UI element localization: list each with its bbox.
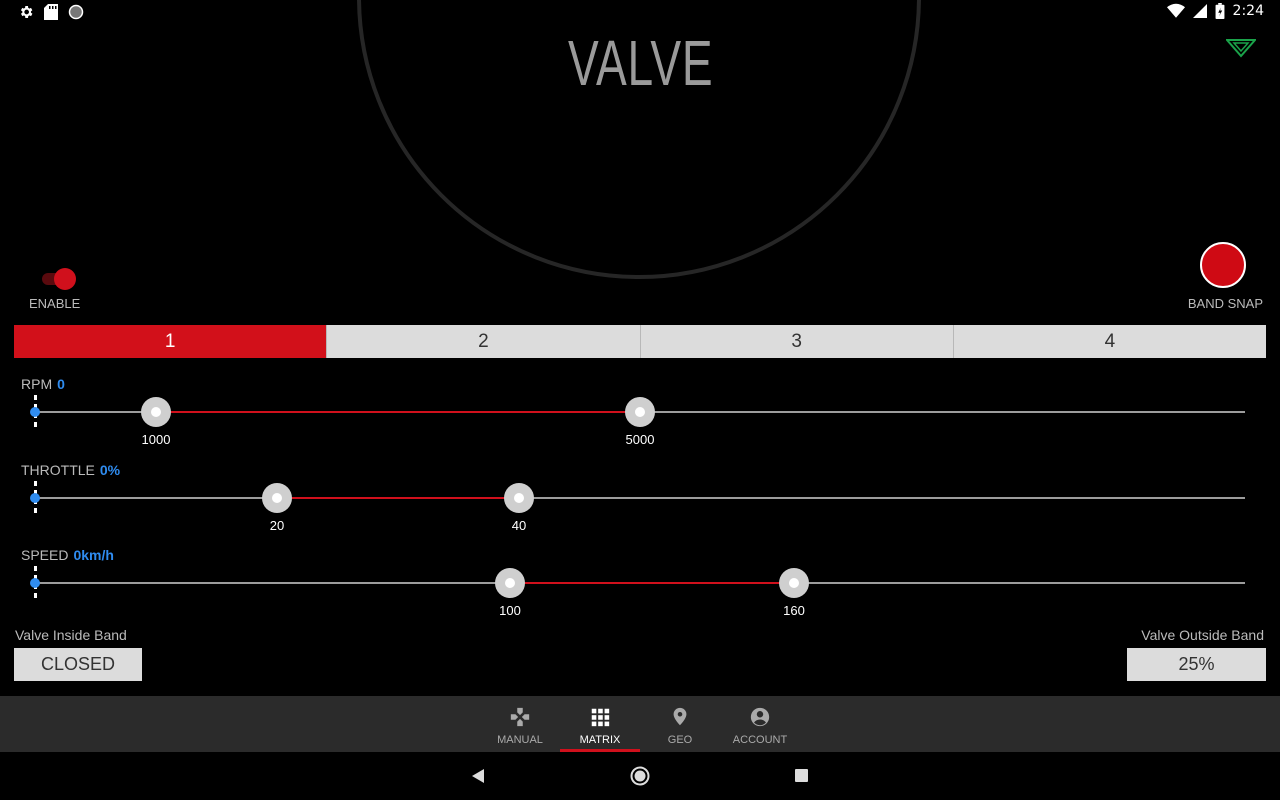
wifi-icon <box>1166 3 1185 18</box>
rpm-current-dot <box>30 407 40 417</box>
account-circle-icon <box>750 707 770 727</box>
speed-current-dot <box>30 578 40 588</box>
status-time: 2:24 <box>1232 3 1264 19</box>
signal-icon <box>1192 4 1207 18</box>
nav-matrix-label: MATRIX <box>579 734 621 746</box>
nav-manual-label: MANUAL <box>497 734 543 746</box>
rpm-low-handle[interactable] <box>141 397 171 427</box>
nav-geo-label: GEO <box>667 734 693 746</box>
tab-band-3[interactable]: 3 <box>640 325 954 358</box>
recents-icon[interactable] <box>795 769 808 782</box>
throttle-low-handle[interactable] <box>262 483 292 513</box>
enable-label: ENABLE <box>29 296 81 311</box>
gauge-title: VALVE <box>568 27 714 99</box>
sd-card-icon <box>44 4 58 20</box>
throttle-high-label: 40 <box>511 518 527 533</box>
circle-icon <box>68 4 84 20</box>
brand-logo-icon <box>1226 39 1256 58</box>
speed-high-label: 160 <box>783 603 805 618</box>
speed-slider-range <box>510 582 794 584</box>
rpm-high-label: 5000 <box>625 432 655 447</box>
speed-label: SPEED 0km/h <box>21 547 114 563</box>
valve-inside-select[interactable]: CLOSED <box>14 648 142 681</box>
rpm-slider-range <box>156 411 640 413</box>
valve-outside-select[interactable]: 25% <box>1127 648 1266 681</box>
band-snap-label: BAND SNAP <box>1187 296 1263 311</box>
nav-matrix[interactable]: MATRIX <box>560 696 640 752</box>
throttle-low-label: 20 <box>269 518 285 533</box>
tab-band-2[interactable]: 2 <box>327 325 641 358</box>
throttle-value: 0% <box>99 462 121 478</box>
bottom-nav: MANUAL MATRIX GEO ACCOUNT <box>0 696 1280 752</box>
battery-icon <box>1215 3 1224 19</box>
rpm-label: RPM 0 <box>21 376 65 392</box>
home-icon[interactable] <box>630 766 650 786</box>
speed-low-handle[interactable] <box>495 568 525 598</box>
speed-value: 0km/h <box>73 547 114 563</box>
nav-account-label: ACCOUNT <box>732 734 788 746</box>
nav-account[interactable]: ACCOUNT <box>720 696 800 752</box>
nav-geo[interactable]: GEO <box>640 696 720 752</box>
throttle-current-dot <box>30 493 40 503</box>
grid-icon <box>591 708 610 727</box>
nav-manual[interactable]: MANUAL <box>480 696 560 752</box>
band-snap-button[interactable] <box>1200 242 1246 288</box>
rpm-low-label: 1000 <box>141 432 171 447</box>
throttle-high-handle[interactable] <box>504 483 534 513</box>
back-icon[interactable] <box>472 769 484 783</box>
throttle-slider-track[interactable] <box>35 497 1245 499</box>
throttle-label: THROTTLE 0% <box>21 462 120 478</box>
valve-inside-label: Valve Inside Band <box>15 627 127 643</box>
band-tabs: 1 2 3 4 <box>14 325 1266 358</box>
valve-outside-label: Valve Outside Band <box>1141 627 1264 643</box>
rpm-high-handle[interactable] <box>625 397 655 427</box>
speed-low-label: 100 <box>499 603 521 618</box>
gamepad-icon <box>510 707 530 727</box>
speed-label-text: SPEED <box>21 547 69 563</box>
tab-band-1[interactable]: 1 <box>14 325 328 358</box>
system-nav-bar <box>0 752 1280 800</box>
rpm-label-text: RPM <box>21 376 53 392</box>
tab-band-4[interactable]: 4 <box>953 325 1266 358</box>
location-pin-icon <box>673 707 687 726</box>
rpm-value: 0 <box>57 376 65 392</box>
gear-icon <box>20 6 33 18</box>
throttle-label-text: THROTTLE <box>21 462 95 478</box>
speed-high-handle[interactable] <box>779 568 809 598</box>
enable-toggle[interactable] <box>40 268 78 290</box>
enable-toggle-thumb <box>54 268 76 290</box>
throttle-slider-range <box>277 497 519 499</box>
